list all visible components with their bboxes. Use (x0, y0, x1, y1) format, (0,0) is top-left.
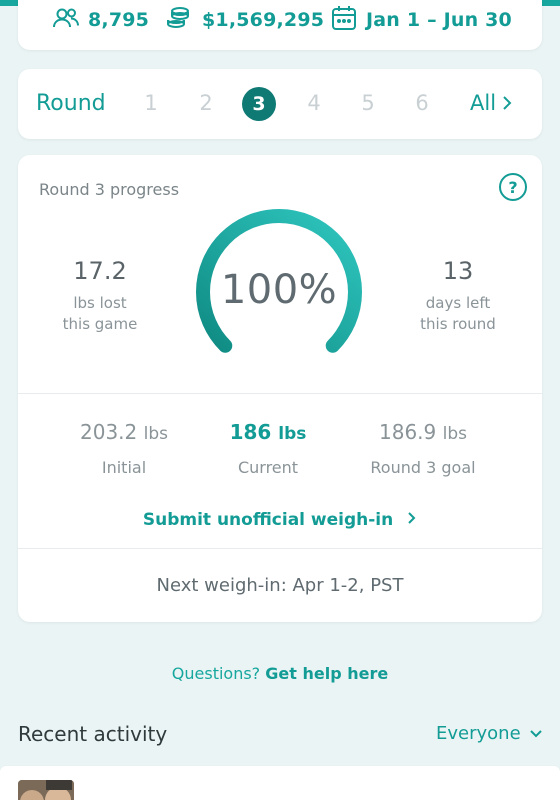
activity-filter-dropdown[interactable]: Everyone (436, 723, 543, 744)
pot-stat: $1,569,295 (166, 6, 324, 34)
progress-title: Round 3 progress (39, 180, 180, 199)
initial-weight-unit: lbs (143, 424, 168, 444)
days-left-sublabel: this round (420, 315, 496, 333)
initial-weight-value: 203.2 (80, 420, 138, 444)
days-left-value: 13 (442, 257, 474, 285)
chevron-right-icon (408, 512, 416, 524)
next-weigh-in: Next weigh-in: Apr 1-2, PST (156, 575, 404, 596)
get-help-link[interactable]: Get help here (265, 664, 388, 683)
divider (18, 393, 542, 394)
lbs-lost-sublabel: this game (62, 315, 138, 333)
goal-weight-label: Round 3 goal (370, 458, 476, 477)
participants-count: 8,795 (88, 9, 150, 31)
lbs-lost-value: 17.2 (73, 257, 127, 285)
round-5-button[interactable]: 5 (351, 91, 385, 115)
pot-amount: $1,569,295 (202, 9, 325, 31)
lbs-lost-label: lbs lost (73, 294, 127, 312)
round-1-button[interactable]: 1 (134, 91, 168, 115)
goal-weight: 186.9 lbs Round 3 goal (343, 420, 503, 477)
current-weight-unit: lbs (278, 424, 307, 444)
initial-weight-label: Initial (101, 458, 147, 477)
game-stats-card: 8,795 $1,569,295 Jan 1 – Jun 30 (18, 0, 542, 50)
chevron-down-icon (529, 729, 542, 737)
recent-activity-title: Recent activity (18, 722, 168, 746)
all-rounds-label: All (470, 91, 497, 115)
submit-weigh-in-link[interactable]: Submit unofficial weigh-in (18, 510, 542, 530)
initial-weight: 203.2 lbs Initial (44, 420, 204, 477)
current-weight-value: 186 (229, 420, 272, 444)
help-question-text: Questions? (171, 664, 261, 683)
participants-stat: 8,795 (52, 6, 149, 34)
round-selector: Round 1 2 3 4 5 6 All (18, 69, 542, 139)
game-dates: Jan 1 – Jun 30 (366, 9, 512, 31)
current-weight: 186 lbs Current (188, 420, 348, 477)
activity-item[interactable] (0, 766, 560, 800)
dates-stat: Jan 1 – Jun 30 (330, 6, 512, 34)
round-2-button[interactable]: 2 (189, 91, 223, 115)
round-3-button-active[interactable]: 3 (242, 87, 276, 121)
help-link-row[interactable]: Questions? Get help here (0, 664, 560, 683)
submit-weigh-in-label: Submit unofficial weigh-in (142, 510, 394, 530)
round-4-button[interactable]: 4 (297, 91, 331, 115)
activity-filter-label: Everyone (436, 723, 521, 744)
people-icon (52, 7, 80, 33)
lbs-lost-stat: 17.2 lbs lost this game (30, 257, 170, 335)
avatar (18, 780, 74, 800)
chevron-right-icon (503, 96, 512, 110)
divider (18, 548, 542, 549)
all-rounds-button[interactable]: All (470, 91, 512, 115)
goal-weight-value: 186.9 (379, 420, 437, 444)
progress-percent: 100% (220, 267, 338, 313)
days-left-label: days left (425, 294, 491, 312)
round-6-button[interactable]: 6 (405, 91, 439, 115)
calendar-icon (330, 4, 358, 36)
round-label: Round (36, 91, 106, 116)
current-weight-label: Current (237, 458, 299, 477)
goal-weight-unit: lbs (442, 424, 467, 444)
coins-icon (166, 6, 194, 34)
help-question-icon[interactable]: ? (499, 173, 527, 201)
round-progress-card: Round 3 progress ? 17.2 lbs lost this ga… (18, 155, 542, 622)
days-left-stat: 13 days left this round (388, 257, 528, 335)
